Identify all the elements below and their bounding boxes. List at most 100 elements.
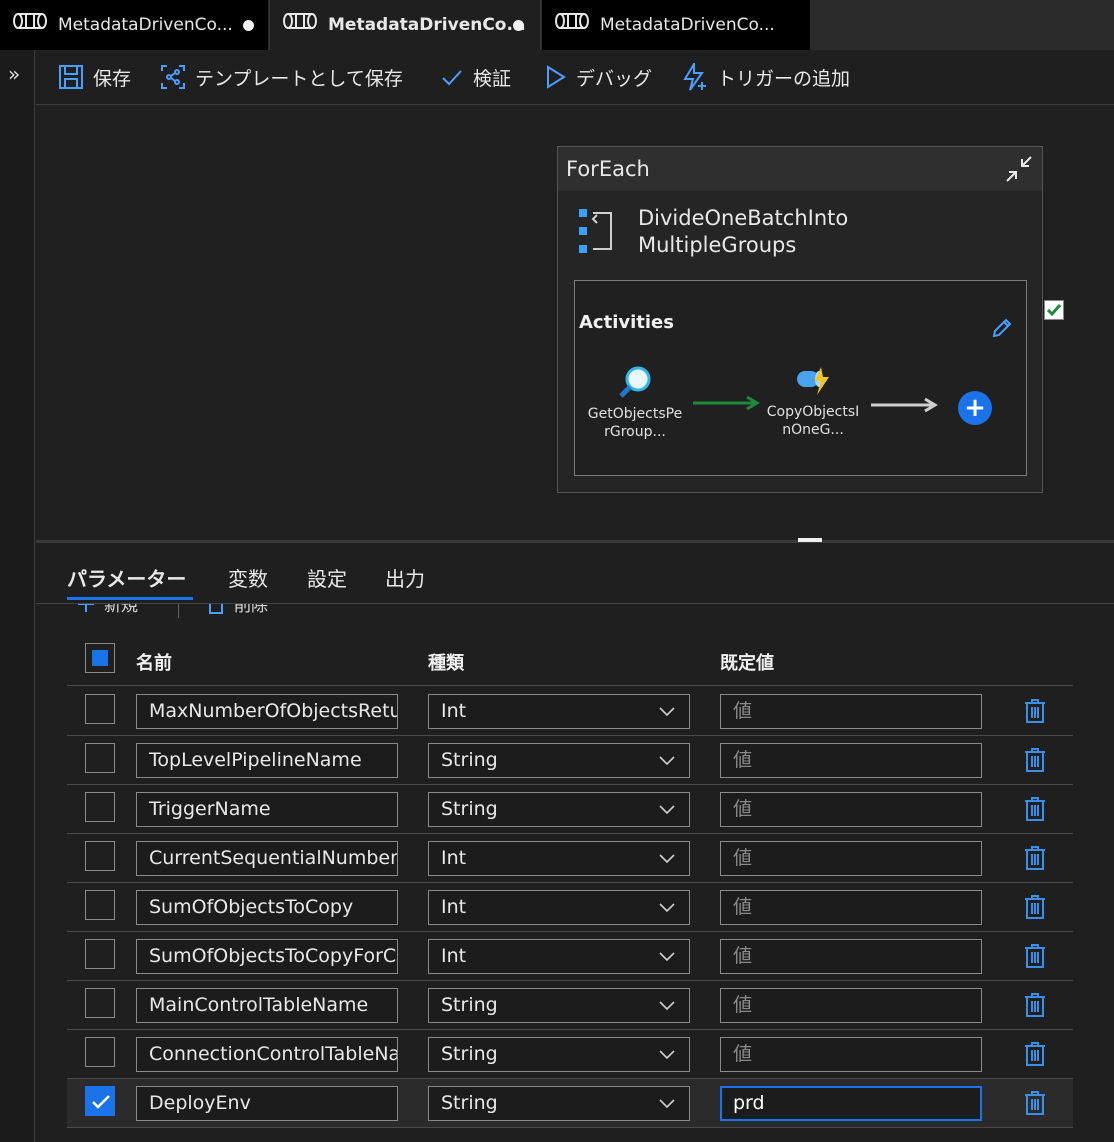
parameter-row[interactable]: MaxNumberOfObjectsReturnedFromLookupActi… bbox=[67, 687, 1073, 736]
pipeline-tab-3[interactable]: MetadataDrivenCo... bbox=[542, 0, 810, 50]
delete-row-trash-icon[interactable] bbox=[1024, 698, 1046, 728]
parameter-default-input[interactable]: prd bbox=[720, 1086, 982, 1121]
delete-label: 削除 bbox=[234, 604, 268, 616]
chevron-down-icon bbox=[659, 707, 675, 717]
action-separator bbox=[178, 604, 179, 618]
delete-row-trash-icon[interactable] bbox=[1024, 796, 1046, 826]
delete-row-trash-icon[interactable] bbox=[1024, 1090, 1046, 1120]
parameter-default-input[interactable]: 値 bbox=[720, 890, 982, 925]
parameter-type-select[interactable]: Int bbox=[428, 694, 690, 729]
delete-row-trash-icon[interactable] bbox=[1024, 845, 1046, 875]
pipeline-icon bbox=[554, 0, 590, 50]
delete-row-trash-icon[interactable] bbox=[1024, 992, 1046, 1022]
delete-row-trash-icon[interactable] bbox=[1024, 894, 1046, 924]
foreach-activity-container[interactable]: ForEach DivideOneBatchIntoMultipleGroups… bbox=[557, 146, 1043, 493]
parameter-default-input[interactable]: 値 bbox=[720, 988, 982, 1023]
delete-row-trash-icon[interactable] bbox=[1024, 1041, 1046, 1071]
parameter-name-input[interactable]: CurrentSequentialNumberOfBatch bbox=[136, 841, 398, 876]
tab-settings[interactable]: 設定 bbox=[307, 563, 347, 592]
parameter-name-input[interactable]: SumOfObjectsToCopy bbox=[136, 890, 398, 925]
resize-grip[interactable] bbox=[798, 538, 822, 542]
parameter-actions: 新規 削除 bbox=[66, 604, 326, 618]
save-button[interactable]: 保存 bbox=[58, 50, 131, 104]
tab-parameters[interactable]: パラメーター bbox=[67, 563, 186, 592]
save-icon bbox=[59, 65, 83, 89]
parameter-name-input[interactable]: MaxNumberOfObjectsReturnedFromLookupActi… bbox=[136, 694, 398, 729]
left-rail: » bbox=[0, 50, 35, 1142]
tab-variables[interactable]: 変数 bbox=[228, 563, 268, 592]
parameter-type-select[interactable]: String bbox=[428, 743, 690, 778]
play-icon bbox=[547, 65, 566, 89]
parameter-type-select[interactable]: String bbox=[428, 988, 690, 1023]
select-all-checkbox[interactable] bbox=[85, 643, 115, 673]
debug-button[interactable]: デバッグ bbox=[543, 50, 652, 104]
chevron-down-icon bbox=[659, 854, 675, 864]
parameter-row[interactable]: DeployEnv String prd bbox=[67, 1079, 1073, 1128]
pencil-edit-icon[interactable] bbox=[991, 317, 1013, 343]
parameter-default-input[interactable]: 値 bbox=[720, 743, 982, 778]
add-trigger-button[interactable]: トリガーの追加 bbox=[682, 50, 850, 104]
row-checkbox[interactable] bbox=[85, 1037, 115, 1067]
row-checkbox[interactable] bbox=[85, 841, 115, 871]
new-label: 新規 bbox=[104, 604, 138, 616]
chevron-down-icon bbox=[659, 756, 675, 766]
parameter-default-input[interactable]: 値 bbox=[720, 694, 982, 729]
parameter-row[interactable]: TopLevelPipelineName String 値 bbox=[67, 736, 1073, 785]
parameter-name-input[interactable]: ConnectionControlTableName bbox=[136, 1037, 398, 1072]
parameter-name-input[interactable]: DeployEnv bbox=[136, 1086, 398, 1121]
parameter-row[interactable]: SumOfObjectsToCopy Int 値 bbox=[67, 883, 1073, 932]
pipeline-canvas[interactable]: ForEach DivideOneBatchIntoMultipleGroups… bbox=[36, 105, 1114, 541]
tab-output[interactable]: 出力 bbox=[385, 563, 425, 592]
add-trigger-label: トリガーの追加 bbox=[717, 67, 851, 90]
parameter-name-input[interactable]: MainControlTableName bbox=[136, 988, 398, 1023]
parameter-type-select[interactable]: Int bbox=[428, 841, 690, 876]
editor-tab-bar: MetadataDrivenCo... MetadataDrivenCo... … bbox=[0, 0, 1114, 50]
row-checkbox[interactable] bbox=[85, 694, 115, 724]
parameter-type-select[interactable]: String bbox=[428, 792, 690, 827]
lookup-activity-node[interactable]: GetObjectsPerGroup... bbox=[585, 365, 685, 441]
chevron-down-icon bbox=[659, 1050, 675, 1060]
parameter-default-input[interactable]: 値 bbox=[720, 1037, 982, 1072]
new-parameter-button[interactable]: 新規 bbox=[76, 604, 138, 616]
delete-parameter-button[interactable]: 削除 bbox=[206, 604, 268, 616]
row-checkbox[interactable] bbox=[85, 743, 115, 773]
validate-button[interactable]: 検証 bbox=[440, 50, 511, 104]
parameter-row[interactable]: CurrentSequentialNumberOfBatch Int 値 bbox=[67, 834, 1073, 883]
parameter-default-input[interactable]: 値 bbox=[720, 939, 982, 974]
delete-row-trash-icon[interactable] bbox=[1024, 747, 1046, 777]
parameter-row[interactable]: MainControlTableName String 値 bbox=[67, 981, 1073, 1030]
active-tab-indicator bbox=[67, 597, 193, 600]
pipeline-tab-1[interactable]: MetadataDrivenCo... bbox=[0, 0, 268, 50]
row-checkbox[interactable] bbox=[85, 939, 115, 969]
add-activity-button[interactable]: + bbox=[958, 391, 992, 425]
parameter-name-input[interactable]: TopLevelPipelineName bbox=[136, 743, 398, 778]
expand-chevrons-icon[interactable]: » bbox=[8, 62, 20, 86]
save-as-template-button[interactable]: テンプレートとして保存 bbox=[160, 50, 403, 104]
parameter-name-input[interactable]: TriggerName bbox=[136, 792, 398, 827]
parameter-row[interactable]: ConnectionControlTableName String 値 bbox=[67, 1030, 1073, 1079]
parameter-default-input[interactable]: 値 bbox=[720, 792, 982, 827]
row-checkbox[interactable] bbox=[85, 988, 115, 1018]
parameter-name-input[interactable]: SumOfObjectsToCopyForCurrentBatch bbox=[136, 939, 398, 974]
chevron-down-icon bbox=[659, 1001, 675, 1011]
parameter-row[interactable]: SumOfObjectsToCopyForCurrentBatch Int 値 bbox=[67, 932, 1073, 981]
row-checkbox[interactable] bbox=[85, 890, 115, 920]
row-checkbox[interactable] bbox=[85, 792, 115, 822]
activities-container[interactable]: Activities GetObjectsPerGroup... CopyObj… bbox=[574, 280, 1027, 476]
column-header-type: 種類 bbox=[428, 653, 464, 674]
parameter-row[interactable]: TriggerName String 値 bbox=[67, 785, 1073, 834]
parameter-type-select[interactable]: String bbox=[428, 1086, 690, 1121]
row-checkbox[interactable] bbox=[85, 1086, 115, 1116]
parameter-type-select[interactable]: String bbox=[428, 1037, 690, 1072]
pipeline-tab-2[interactable]: MetadataDrivenCo... bbox=[269, 0, 541, 50]
parameter-type-value: String bbox=[441, 1092, 498, 1114]
parameter-default-input[interactable]: 値 bbox=[720, 841, 982, 876]
parameter-type-select[interactable]: Int bbox=[428, 890, 690, 925]
parameter-type-select[interactable]: Int bbox=[428, 939, 690, 974]
trigger-bolt-icon bbox=[683, 63, 706, 91]
copy-activity-node[interactable]: CopyObjectsInOneG... bbox=[763, 365, 863, 439]
foreach-header: ForEach bbox=[558, 147, 1042, 191]
tab-label: MetadataDrivenCo... bbox=[600, 15, 775, 35]
collapse-icon[interactable] bbox=[1004, 154, 1034, 188]
delete-row-trash-icon[interactable] bbox=[1024, 943, 1046, 973]
